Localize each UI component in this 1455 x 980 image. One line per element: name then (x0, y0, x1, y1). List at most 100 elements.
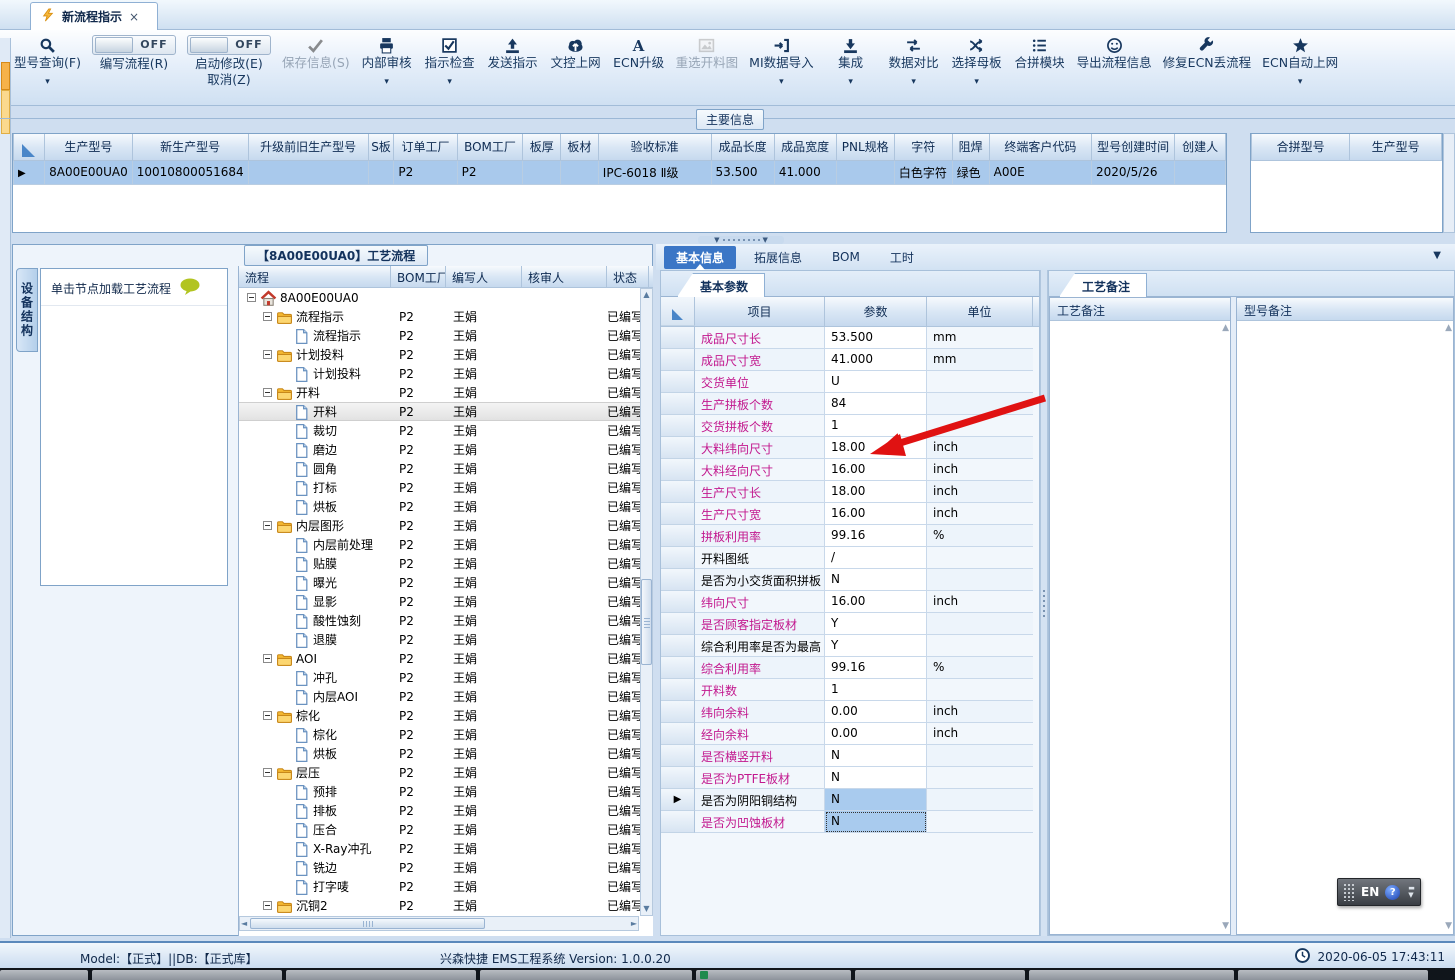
tree-row[interactable]: 打字唛 P2 王娟 已编写 (239, 877, 653, 896)
tree-node-label[interactable]: 沉铜2 (296, 897, 328, 914)
vertical-splitter[interactable] (1040, 270, 1048, 936)
tree-node-label[interactable]: 烘板 (313, 745, 337, 762)
param-value-cell[interactable]: 16.00 (825, 459, 927, 481)
main-col-header[interactable]: 升级前旧生产型号 (247, 134, 369, 161)
main-cell[interactable] (1174, 159, 1226, 185)
param-value-cell[interactable]: 53.500 (825, 327, 927, 349)
tab-拓展信息[interactable]: 拓展信息 (742, 246, 814, 269)
tree-node-label[interactable]: 磨边 (313, 441, 337, 458)
toolbar-item-printer[interactable]: 内部审核 ▾ (361, 35, 413, 90)
toolbar-item-check[interactable]: 保存信息(S) (282, 35, 350, 71)
tree-row[interactable]: 开料 P2 王娟 已编写 (239, 402, 653, 421)
param-row-header[interactable] (661, 613, 695, 635)
main-col-header[interactable]: 成品宽度 (773, 134, 837, 161)
param-value-cell[interactable]: U (825, 371, 927, 393)
tree-row[interactable]: X-Ray冲孔 P2 王娟 已编写 (239, 839, 653, 858)
toolbar-item-wrench[interactable]: 修复ECN丢流程 (1163, 35, 1251, 71)
document-tab[interactable]: 新流程指示 × (30, 2, 158, 30)
toolbar-item-checkbox[interactable]: 指示检查 ▾ (424, 35, 476, 90)
param-row[interactable]: 生产拼板个数 84 (661, 393, 1039, 415)
param-row-header[interactable] (661, 591, 695, 613)
tree-node-label[interactable]: 铣边 (313, 859, 337, 876)
tree-node-label[interactable]: X-Ray冲孔 (313, 840, 371, 857)
toolbar-item-toggle[interactable]: OFF 启动修改(E) 取消(Z) (186, 35, 271, 88)
tree-node-label[interactable]: 压合 (313, 821, 337, 838)
tree-node-label[interactable]: 酸性蚀刻 (313, 612, 361, 629)
tree-row[interactable]: 贴膜 P2 王娟 已编写 (239, 554, 653, 573)
language-bar-controls[interactable]: ▬ ▼ (1408, 885, 1415, 899)
main-cell[interactable]: 2020/5/26 (1091, 159, 1176, 185)
tree-node-label[interactable]: 冲孔 (313, 669, 337, 686)
param-row[interactable]: 是否顾客指定板材 Y (661, 613, 1039, 635)
tree-node-label[interactable]: 圆角 (313, 460, 337, 477)
main-cell[interactable]: IPC-6018 Ⅱ级 (597, 159, 712, 185)
scroll-up-icon[interactable]: ▲ (1445, 323, 1452, 333)
param-row-header[interactable] (661, 767, 695, 789)
main-cell[interactable]: A00E (988, 159, 1093, 185)
tree-row[interactable]: 流程指示 P2 王娟 已编写 (239, 307, 653, 326)
param-value-cell[interactable]: N (825, 811, 927, 833)
tree-row[interactable]: 计划投料 P2 王娟 已编写 (239, 364, 653, 383)
merge-grid-scrollbar[interactable] (1443, 133, 1455, 233)
tree-col-header[interactable]: 编写人 (446, 266, 522, 287)
tree-row[interactable]: 显影 P2 王娟 已编写 (239, 592, 653, 611)
tree-row[interactable]: 打标 P2 王娟 已编写 (239, 478, 653, 497)
main-cell[interactable]: 白色字符 (893, 159, 953, 185)
tab-工时[interactable]: 工时 (878, 246, 926, 269)
tree-row[interactable]: 内层图形 P2 王娟 已编写 (239, 516, 653, 535)
tree-node-label[interactable]: 打标 (313, 479, 337, 496)
scroll-left-icon[interactable]: ◄ (240, 918, 248, 930)
param-value-cell[interactable]: N (825, 569, 927, 591)
toolbar-item-cloud-upload[interactable]: 文控上网 (550, 35, 602, 71)
expander-icon[interactable] (263, 711, 272, 720)
param-value-cell[interactable]: Y (825, 613, 927, 635)
param-row-header[interactable] (661, 481, 695, 503)
params-col-header[interactable]: 单位 (927, 297, 1033, 326)
expander-icon[interactable] (263, 768, 272, 777)
docked-panel-edge[interactable] (0, 38, 11, 938)
tree-row[interactable]: 棕化 P2 王娟 已编写 (239, 725, 653, 744)
drag-grip-icon[interactable] (1343, 883, 1355, 901)
tab-device-structure[interactable]: 设备结构 (16, 268, 38, 352)
param-value-cell[interactable]: 16.00 (825, 591, 927, 613)
main-col-header[interactable]: 阻焊 (951, 134, 990, 161)
param-row-header[interactable] (661, 415, 695, 437)
param-row[interactable]: 综合利用率 99.16% (661, 657, 1039, 679)
tree-node-label[interactable]: 开料 (313, 403, 337, 420)
param-row[interactable]: 是否横竖开料 N (661, 745, 1039, 767)
param-row[interactable]: 开料图纸 / (661, 547, 1039, 569)
tree-row[interactable]: 预排 P2 王娟 已编写 (239, 782, 653, 801)
main-cell[interactable]: P2 (456, 159, 524, 185)
param-value-cell[interactable]: N (825, 745, 927, 767)
chevron-down-icon[interactable]: ▾ (911, 74, 916, 90)
param-row-header[interactable] (661, 701, 695, 723)
main-col-header[interactable]: 验收标准 (597, 134, 712, 161)
chevron-down-icon[interactable]: ▾ (384, 74, 389, 90)
taskbar-button[interactable] (855, 970, 1025, 980)
param-row[interactable]: ▶ 是否为阴阳铜结构 N (661, 789, 1039, 811)
param-row-header[interactable] (661, 437, 695, 459)
tree-node-label[interactable]: 曝光 (313, 574, 337, 591)
scroll-down-icon[interactable]: ▼ (642, 903, 650, 915)
tree-row[interactable]: 曝光 P2 王娟 已编写 (239, 573, 653, 592)
tree-node-label[interactable]: 计划投料 (296, 346, 344, 363)
tab-BOM[interactable]: BOM (820, 247, 872, 267)
tree-row[interactable]: 退膜 P2 王娟 已编写 (239, 630, 653, 649)
main-col-header[interactable]: 生产型号 (44, 134, 133, 161)
tree-col-header[interactable]: 流程 (239, 266, 391, 287)
splitter-handle[interactable]: ▼ ▼ (698, 236, 784, 244)
param-row[interactable]: 大料经向尺寸 16.00 inch (661, 459, 1039, 481)
tree-row[interactable]: 圆角 P2 王娟 已编写 (239, 459, 653, 478)
tree-row[interactable]: 酸性蚀刻 P2 王娟 已编写 (239, 611, 653, 630)
scrollbar-thumb[interactable] (641, 579, 652, 665)
toolbar-item-letter-a[interactable]: A ECN升级 (613, 35, 665, 71)
param-row-header[interactable] (661, 547, 695, 569)
param-row[interactable]: 综合利用率是否为最高 Y (661, 635, 1039, 657)
params-col-header[interactable]: 项目 (695, 297, 825, 326)
param-value-cell[interactable]: / (825, 547, 927, 569)
param-row[interactable]: 大料纬向尺寸 18.00 inch (661, 437, 1039, 459)
param-value-cell[interactable]: 99.16 (825, 657, 927, 679)
taskbar-button[interactable] (696, 970, 851, 980)
tree-col-header[interactable]: 核审人 (522, 266, 607, 287)
tree-row[interactable]: 压合 P2 王娟 已编写 (239, 820, 653, 839)
